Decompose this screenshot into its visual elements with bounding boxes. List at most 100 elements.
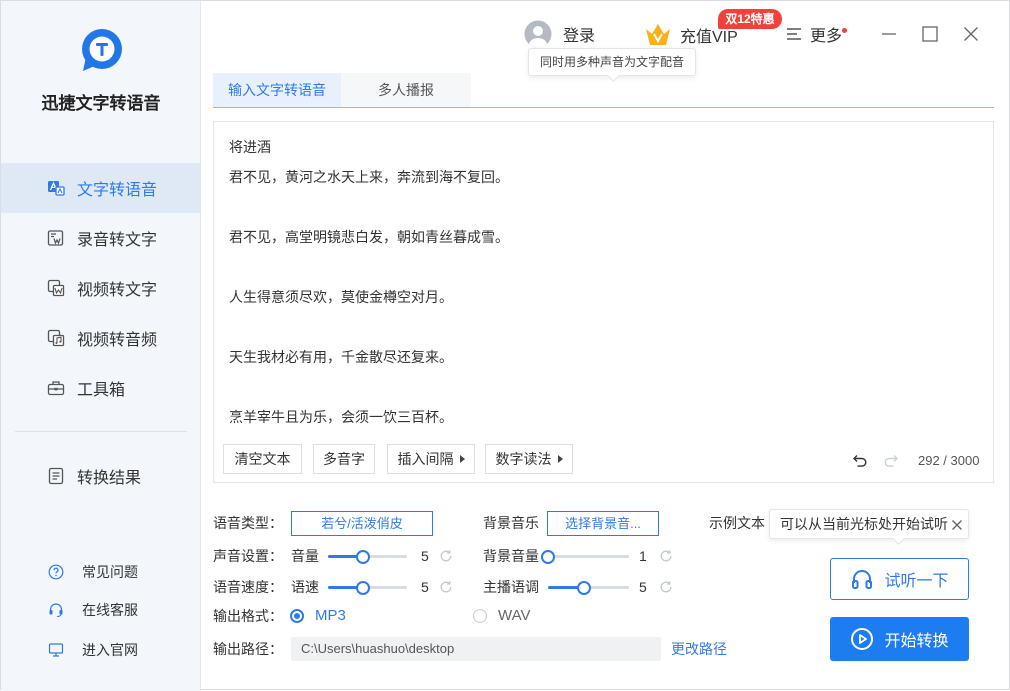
sidebar-item-video-to-audio[interactable]: 视频转音频 xyxy=(1,313,201,363)
app-window: 迅捷文字转语音 文字转语音 录音转文字 视频转文字 视频转音频 工具箱 转换结果… xyxy=(0,0,1010,691)
format-wav-label[interactable]: WAV xyxy=(498,606,531,626)
reset-icon xyxy=(440,581,452,593)
sidebar-item-label: 转换结果 xyxy=(77,470,142,487)
tab-multi-speaker[interactable]: 多人播报 xyxy=(341,73,471,107)
redo-button[interactable] xyxy=(883,453,899,469)
close-icon xyxy=(952,520,962,530)
monitor-icon xyxy=(48,642,64,658)
faq-link[interactable]: 常见问题 xyxy=(1,561,201,583)
polyphone-button[interactable]: 多音字 xyxy=(313,444,375,474)
format-mp3-label[interactable]: MP3 xyxy=(315,606,346,626)
login-button[interactable]: 登录 xyxy=(524,19,595,49)
select-bg-music-button[interactable]: 选择背景音... xyxy=(547,511,659,536)
editor-line: 天生我材必有用，千金散尽还复来。 xyxy=(229,349,453,365)
insert-pause-button[interactable]: 插入间隔 xyxy=(387,444,475,474)
video-to-text-icon xyxy=(47,279,65,297)
sidebar-item-record-to-text[interactable]: 录音转文字 xyxy=(1,213,201,263)
arrow-right-icon xyxy=(459,455,465,463)
tooltip-close-button[interactable] xyxy=(951,518,963,530)
online-support-label: 在线客服 xyxy=(82,602,138,618)
tone-slider[interactable] xyxy=(548,580,629,595)
headset-icon xyxy=(48,602,64,618)
start-convert-button[interactable]: 开始转换 xyxy=(830,617,969,661)
speech-speed-label: 语音速度： xyxy=(213,579,283,595)
official-site-link[interactable]: 进入官网 xyxy=(1,639,201,661)
tab-underline xyxy=(213,107,994,108)
sample-text-link[interactable]: 示例文本 xyxy=(709,513,765,533)
maximize-button[interactable] xyxy=(922,26,938,42)
more-menu-button[interactable]: 更多 xyxy=(786,21,842,47)
more-label: 更多 xyxy=(810,28,843,45)
number-reading-label: 数字读法 xyxy=(495,451,552,467)
volume-reset-button[interactable] xyxy=(439,549,453,563)
toolbox-icon xyxy=(47,379,65,397)
reset-icon xyxy=(440,550,452,562)
editor-line: 烹羊宰牛且为乐，会须一饮三百杯。 xyxy=(229,409,453,425)
app-logo-icon xyxy=(77,27,125,75)
sidebar-item-results[interactable]: 转换结果 xyxy=(1,451,201,501)
sidebar-item-toolbox[interactable]: 工具箱 xyxy=(1,363,201,413)
bg-volume-value: 1 xyxy=(639,548,647,564)
arrow-right-icon xyxy=(557,455,563,463)
app-title: 迅捷文字转语音 xyxy=(41,94,161,113)
sidebar-item-text-to-speech[interactable]: 文字转语音 xyxy=(1,163,201,213)
sidebar: 迅捷文字转语音 文字转语音 录音转文字 视频转文字 视频转音频 工具箱 转换结果… xyxy=(1,1,201,691)
preview-hint-tooltip: 可以从当前光标处开始试听 xyxy=(769,509,969,545)
volume-slider[interactable] xyxy=(328,549,407,564)
redo-icon xyxy=(884,455,898,467)
user-avatar-icon xyxy=(524,20,552,48)
undo-button[interactable] xyxy=(852,453,868,469)
rate-value: 5 xyxy=(421,579,429,595)
output-path-label: 输出路径： xyxy=(213,641,283,657)
sidebar-item-video-to-text[interactable]: 视频转文字 xyxy=(1,263,201,313)
output-path-field[interactable]: C:\Users\huashuo\desktop xyxy=(291,637,661,661)
video-to-audio-icon xyxy=(47,329,65,347)
preview-button[interactable]: 试听一下 xyxy=(830,558,969,600)
clear-text-button[interactable]: 清空文本 xyxy=(223,444,302,474)
editor-line-title: 将进酒 xyxy=(229,139,271,155)
sidebar-item-label: 工具箱 xyxy=(77,382,126,399)
online-support-link[interactable]: 在线客服 xyxy=(1,599,201,621)
slider-knob[interactable] xyxy=(356,580,371,595)
change-path-link[interactable]: 更改路径 xyxy=(671,639,727,659)
reset-icon xyxy=(660,550,672,562)
multi-voice-tooltip: 同时用多种声音为文字配音 xyxy=(528,48,696,82)
number-reading-button[interactable]: 数字读法 xyxy=(485,444,573,474)
editor-content[interactable]: 将进酒 君不见，黄河之水天上来，奔流到海不复回。 君不见，高堂明镜悲白发，朝如青… xyxy=(229,132,978,432)
login-label: 登录 xyxy=(563,28,596,45)
editor-line: 人生得意须尽欢，莫使金樽空对月。 xyxy=(229,289,453,305)
close-button[interactable] xyxy=(963,26,979,42)
slider-knob[interactable] xyxy=(356,549,371,564)
bg-music-label: 背景音乐 xyxy=(483,515,539,531)
rate-slider[interactable] xyxy=(328,580,407,595)
menu-icon xyxy=(786,27,802,41)
bg-volume-label: 背景音量 xyxy=(483,548,539,564)
text-editor[interactable]: 将进酒 君不见，黄河之水天上来，奔流到海不复回。 君不见，高堂明镜悲白发，朝如青… xyxy=(213,121,994,483)
volume-value: 5 xyxy=(421,548,429,564)
slider-knob[interactable] xyxy=(541,549,555,564)
tone-label: 主播语调 xyxy=(483,579,539,595)
clear-text-label: 清空文本 xyxy=(234,451,291,467)
bg-volume-reset-button[interactable] xyxy=(659,549,673,563)
tab-text-to-speech[interactable]: 输入文字转语音 xyxy=(213,73,341,107)
format-wav-radio[interactable] xyxy=(473,609,487,623)
rate-reset-button[interactable] xyxy=(439,580,453,594)
start-convert-label: 开始转换 xyxy=(884,633,949,650)
undo-icon xyxy=(853,455,867,467)
question-icon xyxy=(48,564,64,580)
format-mp3-radio[interactable] xyxy=(290,609,304,623)
voice-type-select[interactable]: 若兮/活泼俏皮 xyxy=(291,511,433,536)
slider-knob[interactable] xyxy=(576,580,591,595)
minimize-button[interactable] xyxy=(881,27,897,41)
output-format-label: 输出格式： xyxy=(213,608,283,624)
sidebar-item-label: 文字转语音 xyxy=(77,182,158,199)
tone-reset-button[interactable] xyxy=(659,580,673,594)
volume-label: 音量 xyxy=(291,548,319,564)
bg-volume-slider[interactable] xyxy=(541,549,629,564)
minimize-icon xyxy=(882,33,896,35)
reset-icon xyxy=(660,581,672,593)
sidebar-item-label: 视频转文字 xyxy=(77,282,158,299)
result-icon xyxy=(47,467,65,485)
play-circle-icon xyxy=(850,627,874,651)
crown-icon xyxy=(644,21,672,49)
